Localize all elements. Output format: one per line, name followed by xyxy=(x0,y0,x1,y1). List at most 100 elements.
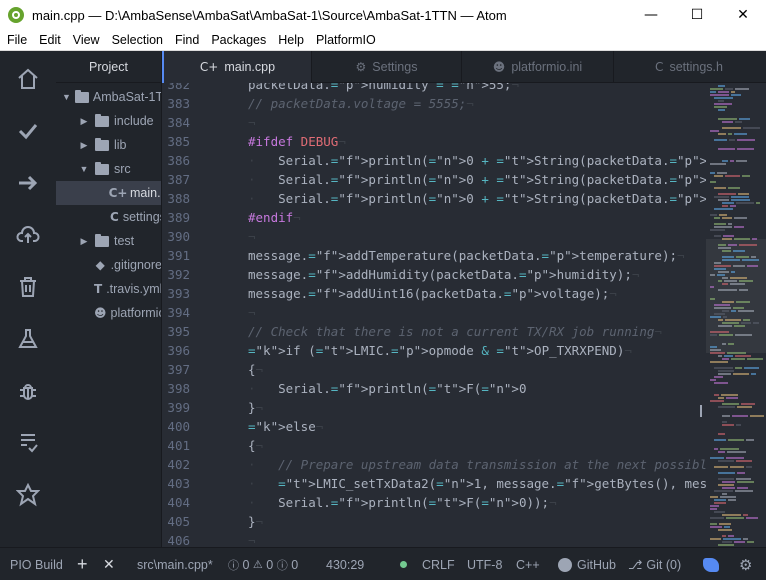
tree-item-root[interactable]: ▼ AmbaSat-1TTN xyxy=(56,85,162,109)
minimap-line xyxy=(710,526,722,528)
tab-platformio-ini[interactable]: ☻ platformio.ini xyxy=(462,51,614,83)
close-terminal-button[interactable]: ✕ xyxy=(103,548,115,580)
minimap[interactable] xyxy=(706,83,766,547)
add-terminal-button[interactable]: + xyxy=(77,548,88,580)
tab-settings[interactable]: ⚙ Settings xyxy=(312,51,462,83)
tree-item-src[interactable]: ▼ src xyxy=(56,157,162,181)
tree-item-test[interactable]: ▶ test xyxy=(56,229,162,253)
tab-settings-h[interactable]: C settings.h xyxy=(614,51,764,83)
pio-build-button[interactable] xyxy=(0,111,56,151)
menu-packages[interactable]: Packages xyxy=(205,33,272,47)
git-button[interactable]: ⎇ Git (0) xyxy=(628,548,681,580)
menu-selection[interactable]: Selection xyxy=(106,33,169,47)
pio-build-status[interactable]: PIO Build xyxy=(10,548,63,580)
tab-main-cpp[interactable]: C+ main.cpp xyxy=(162,51,312,83)
code-area[interactable]: packetData.="p">humidity = ="n">55;¬ // p… xyxy=(248,83,706,547)
pio-clean-button[interactable] xyxy=(0,267,56,307)
minimap-line xyxy=(714,367,733,369)
code-editor[interactable]: 382 383 384 385 386 387 388 389 390 391 392 393 394 3… xyxy=(162,83,706,547)
menu-platformio[interactable]: PlatformIO xyxy=(310,33,382,47)
tree-item-travis[interactable]: T .travis.yml xyxy=(56,277,162,301)
minimap-line xyxy=(722,217,732,219)
pio-upload-button[interactable] xyxy=(0,163,56,203)
tree-item-settings-h[interactable]: C settings.h xyxy=(56,205,162,229)
settings-gear-button[interactable]: ⚙ xyxy=(739,548,752,580)
minimap-line xyxy=(714,139,727,141)
tree-header[interactable]: Project xyxy=(56,51,161,83)
minimap-line xyxy=(710,508,717,510)
pio-remote-upload-button[interactable] xyxy=(0,215,56,255)
code-line: · Serial.="f">println(="t">F(="n">0 xyxy=(248,379,527,398)
minimap-line xyxy=(710,538,721,540)
tree-item-gitignore[interactable]: ◆ .gitignore xyxy=(56,253,162,277)
cursor-position[interactable]: 430:29 xyxy=(326,548,364,580)
code-line: }¬ xyxy=(248,398,263,417)
minimap-line xyxy=(722,514,741,516)
code-line: ¬ xyxy=(248,227,256,246)
folder-icon xyxy=(94,114,110,128)
minimap-line xyxy=(736,478,751,480)
tree-item-include[interactable]: ▶ include xyxy=(56,109,162,133)
pio-tasks-button[interactable] xyxy=(0,423,56,463)
minimap-line xyxy=(734,133,747,135)
pio-debug-button[interactable] xyxy=(0,371,56,411)
chevron-down-icon: ▼ xyxy=(62,92,71,102)
minimap-line xyxy=(719,214,727,216)
minimize-button[interactable]: — xyxy=(628,0,674,30)
maximize-button[interactable]: ☐ xyxy=(674,0,720,30)
pio-serial-button[interactable] xyxy=(0,475,56,515)
minimap-line xyxy=(722,301,734,303)
info-count: 0 xyxy=(291,558,298,572)
encoding-selector[interactable]: UTF-8 xyxy=(467,548,502,580)
minimap-line xyxy=(714,217,720,219)
minimap-line xyxy=(746,466,752,468)
pio-test-button[interactable] xyxy=(0,319,56,359)
minimap-line xyxy=(718,100,724,102)
code-line: message.="f">addUint16(packetData.="p">v… xyxy=(248,284,617,303)
menu-edit[interactable]: Edit xyxy=(33,33,67,47)
minimap-line xyxy=(726,517,744,519)
grammar-selector[interactable]: C++ xyxy=(516,548,540,580)
tree-item-platformio-ini[interactable]: ☻ platformio.ini xyxy=(56,301,162,325)
flask-icon xyxy=(16,327,40,351)
code-line: {¬ xyxy=(248,436,263,455)
minimap-line xyxy=(747,541,754,543)
line-number: 392 xyxy=(162,265,190,284)
tree-item-label: settings.h xyxy=(123,210,162,224)
line-ending-selector[interactable]: CRLF xyxy=(422,548,455,580)
minimap-line xyxy=(743,319,750,321)
tree-item-lib[interactable]: ▶ lib xyxy=(56,133,162,157)
minimap-line xyxy=(723,235,734,237)
minimap-line xyxy=(714,103,732,105)
minimap-line xyxy=(710,496,718,498)
minimap-line xyxy=(718,370,734,372)
file-path-status[interactable]: src\main.cpp* xyxy=(137,548,213,580)
code-line: #ifdef DEBUG¬ xyxy=(248,132,346,151)
minimap-line xyxy=(724,526,730,528)
linter-status[interactable]: ⓘ 0 ⚠ 0 ⓘ 0 xyxy=(228,548,298,580)
code-line: // packetData.voltage = 5555;¬ xyxy=(248,94,474,113)
github-button[interactable]: GitHub xyxy=(558,548,616,580)
pio-home-button[interactable] xyxy=(0,59,56,99)
code-line: ="k">else¬ xyxy=(248,417,323,436)
minimap-line xyxy=(718,478,734,480)
minimap-line xyxy=(723,316,727,318)
close-button[interactable]: ✕ xyxy=(720,0,766,30)
minimap-line xyxy=(710,457,724,459)
error-icon: ⓘ xyxy=(228,557,239,573)
menu-file[interactable]: File xyxy=(0,33,33,47)
platformio-status-icon[interactable] xyxy=(703,548,719,580)
minimap-line xyxy=(731,196,749,198)
menu-bar: File Edit View Selection Find Packages H… xyxy=(0,30,766,51)
minimap-line xyxy=(710,88,723,90)
menu-find[interactable]: Find xyxy=(169,33,205,47)
minimap-line xyxy=(729,139,735,141)
code-line: · // Prepare upstream data transmission … xyxy=(248,455,706,474)
menu-help[interactable]: Help xyxy=(272,33,310,47)
minimap-line xyxy=(718,484,734,486)
minimap-line xyxy=(750,415,764,417)
menu-view[interactable]: View xyxy=(67,33,106,47)
tree-item-main-cpp[interactable]: C+ main.cpp xyxy=(56,181,162,205)
line-number: 390 xyxy=(162,227,190,246)
minimap-line xyxy=(714,208,733,210)
